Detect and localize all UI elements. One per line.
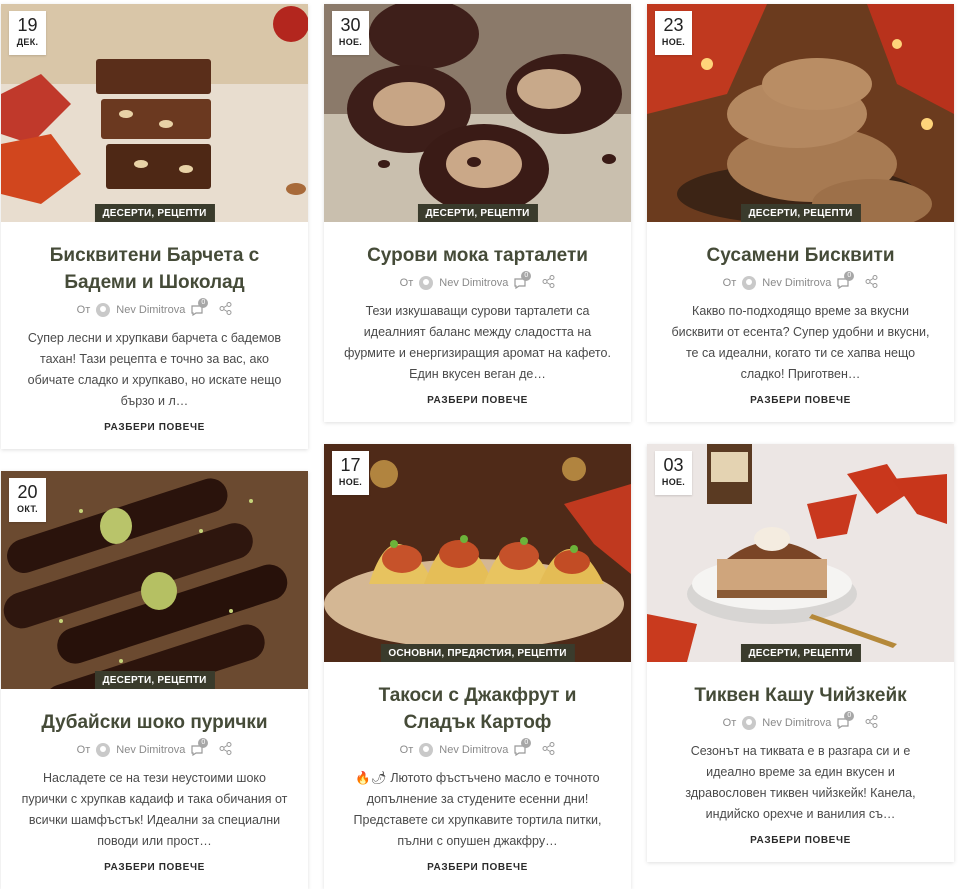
post-card: 03 НОЕ. ДЕСЕРТИ, РЕЦЕПТИ Тиквен Кашу Чий… bbox=[647, 444, 954, 862]
by-label: От bbox=[76, 304, 91, 316]
user-icon bbox=[96, 743, 111, 757]
post-title[interactable]: Сурови мока тарталети bbox=[348, 242, 607, 269]
author-name[interactable]: Nev Dimitrova bbox=[439, 277, 508, 289]
date-badge: 03 НОЕ. bbox=[655, 451, 692, 495]
comment-icon[interactable]: 0 bbox=[191, 738, 209, 756]
read-more-link[interactable]: РАЗБЕРИ ПОВЕЧЕ bbox=[427, 395, 528, 406]
author-name[interactable]: Nev Dimitrova bbox=[762, 277, 831, 289]
post-title[interactable]: Сусамени Бисквити bbox=[671, 242, 930, 269]
comment-count: 0 bbox=[844, 711, 855, 721]
post-image[interactable]: 23 НОЕ. ДЕСЕРТИ, РЕЦЕПТИ bbox=[647, 4, 954, 222]
comment-icon[interactable]: 0 bbox=[837, 271, 855, 289]
comment-count: 0 bbox=[521, 271, 532, 281]
post-meta: От Nev Dimitrova 0 bbox=[340, 738, 615, 758]
date-day: 30 bbox=[340, 15, 361, 35]
date-month: НОЕ. bbox=[338, 37, 363, 47]
post-title[interactable]: Бисквитени Барчета с Бадеми и Шоколад bbox=[25, 242, 284, 296]
share-icon[interactable] bbox=[865, 715, 878, 731]
post-image[interactable]: 20 ОКТ. ДЕСЕРТИ, РЕЦЕПТИ bbox=[1, 471, 308, 689]
by-label: От bbox=[722, 277, 737, 289]
post-excerpt: Насладете се на тези неустоими шоко пури… bbox=[21, 771, 288, 848]
post-meta: От Nev Dimitrova 0 bbox=[17, 738, 292, 758]
author-name[interactable]: Nev Dimitrova bbox=[116, 744, 185, 756]
post-excerpt: Тези изкушаващи сурови тарталети са идеа… bbox=[344, 304, 611, 381]
date-day: 23 bbox=[663, 15, 684, 35]
read-more-link[interactable]: РАЗБЕРИ ПОВЕЧЕ bbox=[750, 395, 851, 406]
comment-count: 0 bbox=[198, 298, 209, 308]
post-meta: От Nev Dimitrova 0 bbox=[663, 711, 938, 731]
date-day: 20 bbox=[17, 482, 38, 502]
post-meta: От Nev Dimitrova 0 bbox=[663, 271, 938, 291]
date-day: 03 bbox=[663, 455, 684, 475]
read-more-link[interactable]: РАЗБЕРИ ПОВЕЧЕ bbox=[104, 422, 205, 433]
post-excerpt: Какво по-подходящо време за вкусни бискв… bbox=[671, 304, 930, 381]
user-icon bbox=[742, 716, 757, 730]
user-icon bbox=[742, 276, 757, 290]
post-image[interactable]: 19 ДЕК. ДЕСЕРТИ, РЕЦЕПТИ bbox=[1, 4, 308, 222]
post-meta: От Nev Dimitrova 0 bbox=[340, 271, 615, 291]
date-day: 17 bbox=[340, 455, 361, 475]
date-badge: 17 НОЕ. bbox=[332, 451, 369, 495]
category-badge[interactable]: ДЕСЕРТИ, РЕЦЕПТИ bbox=[94, 204, 215, 222]
author-name[interactable]: Nev Dimitrova bbox=[762, 717, 831, 729]
share-icon[interactable] bbox=[219, 742, 232, 758]
date-month: НОЕ. bbox=[661, 37, 686, 47]
category-badge[interactable]: ДЕСЕРТИ, РЕЦЕПТИ bbox=[417, 204, 538, 222]
user-icon bbox=[419, 276, 434, 290]
date-badge: 19 ДЕК. bbox=[9, 11, 46, 55]
comment-count: 0 bbox=[521, 738, 532, 748]
category-badge[interactable]: ОСНОВНИ, ПРЕДЯСТИЯ, РЕЦЕПТИ bbox=[380, 644, 575, 662]
date-badge: 23 НОЕ. bbox=[655, 11, 692, 55]
author-name[interactable]: Nev Dimitrova bbox=[439, 744, 508, 756]
user-icon bbox=[96, 303, 111, 317]
by-label: От bbox=[399, 277, 414, 289]
category-badge[interactable]: ДЕСЕРТИ, РЕЦЕПТИ bbox=[740, 204, 861, 222]
date-month: НОЕ. bbox=[338, 477, 363, 487]
user-icon bbox=[419, 743, 434, 757]
share-icon[interactable] bbox=[542, 275, 555, 291]
post-title[interactable]: Тиквен Кашу Чийзкейк bbox=[671, 682, 930, 709]
share-icon[interactable] bbox=[865, 275, 878, 291]
category-badge[interactable]: ДЕСЕРТИ, РЕЦЕПТИ bbox=[94, 671, 215, 689]
date-month: ДЕК. bbox=[16, 37, 39, 47]
author-name[interactable]: Nev Dimitrova bbox=[116, 304, 185, 316]
comment-icon[interactable]: 0 bbox=[837, 711, 855, 729]
post-card: 30 НОЕ. ДЕСЕРТИ, РЕЦЕПТИ Сурови мока тар… bbox=[324, 4, 631, 422]
post-excerpt: 🔥🌶 Лютото фъстъчено масло е точното допъ… bbox=[353, 771, 602, 848]
post-excerpt: Супер лесни и хрупкави барчета с бадемов… bbox=[27, 331, 282, 408]
by-label: От bbox=[76, 744, 91, 756]
comment-icon[interactable]: 0 bbox=[514, 271, 532, 289]
read-more-link[interactable]: РАЗБЕРИ ПОВЕЧЕ bbox=[104, 862, 205, 873]
post-image[interactable]: 03 НОЕ. ДЕСЕРТИ, РЕЦЕПТИ bbox=[647, 444, 954, 662]
read-more-link[interactable]: РАЗБЕРИ ПОВЕЧЕ bbox=[750, 835, 851, 846]
date-month: НОЕ. bbox=[661, 477, 686, 487]
read-more-link[interactable]: РАЗБЕРИ ПОВЕЧЕ bbox=[427, 862, 528, 873]
post-card: 17 НОЕ. ОСНОВНИ, ПРЕДЯСТИЯ, РЕЦЕПТИ Тако… bbox=[324, 444, 631, 889]
date-badge: 20 ОКТ. bbox=[9, 478, 46, 522]
date-day: 19 bbox=[17, 15, 38, 35]
share-icon[interactable] bbox=[542, 742, 555, 758]
comment-count: 0 bbox=[198, 738, 209, 748]
share-icon[interactable] bbox=[219, 302, 232, 318]
post-title[interactable]: Дубайски шоко пурички bbox=[25, 709, 284, 736]
comment-icon[interactable]: 0 bbox=[514, 738, 532, 756]
post-card: 20 ОКТ. ДЕСЕРТИ, РЕЦЕПТИ Дубайски шоко п… bbox=[1, 471, 308, 889]
comment-count: 0 bbox=[844, 271, 855, 281]
post-image[interactable]: 30 НОЕ. ДЕСЕРТИ, РЕЦЕПТИ bbox=[324, 4, 631, 222]
post-card: 23 НОЕ. ДЕСЕРТИ, РЕЦЕПТИ Сусамени Бискви… bbox=[647, 4, 954, 422]
by-label: От bbox=[722, 717, 737, 729]
post-image[interactable]: 17 НОЕ. ОСНОВНИ, ПРЕДЯСТИЯ, РЕЦЕПТИ bbox=[324, 444, 631, 662]
date-badge: 30 НОЕ. bbox=[332, 11, 369, 55]
date-month: ОКТ. bbox=[17, 504, 38, 514]
category-badge[interactable]: ДЕСЕРТИ, РЕЦЕПТИ bbox=[740, 644, 861, 662]
post-card: 19 ДЕК. ДЕСЕРТИ, РЕЦЕПТИ Бисквитени Барч… bbox=[1, 4, 308, 449]
by-label: От bbox=[399, 744, 414, 756]
post-meta: От Nev Dimitrova 0 bbox=[17, 298, 292, 318]
post-title[interactable]: Такоси с Джакфрут и Сладък Картоф bbox=[348, 682, 607, 736]
post-excerpt: Сезонът на тиквата е в разгара си и е ид… bbox=[685, 744, 916, 821]
comment-icon[interactable]: 0 bbox=[191, 298, 209, 316]
